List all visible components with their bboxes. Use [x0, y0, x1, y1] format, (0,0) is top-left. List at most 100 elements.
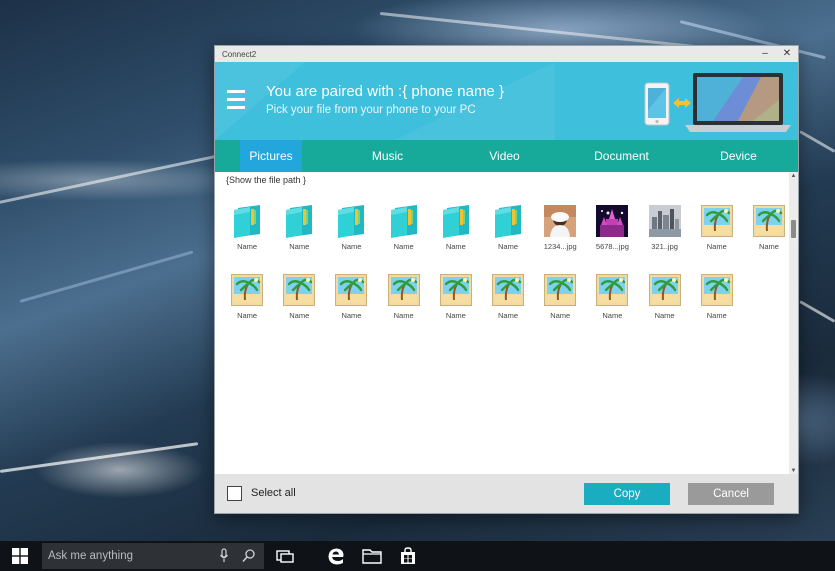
- search-box[interactable]: Ask me anything: [42, 543, 264, 569]
- item-name: Name: [706, 242, 727, 251]
- copy-button[interactable]: Copy: [584, 483, 670, 505]
- light-streak: [799, 130, 835, 153]
- file-path: {Show the file path }: [226, 175, 307, 185]
- item-name: Name: [445, 242, 466, 251]
- phone-to-laptop-icon: [644, 73, 791, 132]
- image-placeholder-icon: [387, 273, 421, 307]
- task-view-icon[interactable]: [274, 545, 296, 567]
- item-name: 1234...jpg: [543, 242, 577, 251]
- minimize-button[interactable]: –: [754, 47, 776, 61]
- image-item[interactable]: Name: [586, 273, 638, 342]
- item-name: 321..jpg: [651, 242, 678, 251]
- item-name: Name: [654, 311, 675, 320]
- image-item[interactable]: Name: [430, 273, 482, 342]
- header-decoration: [395, 62, 555, 140]
- item-name: Name: [393, 242, 414, 251]
- item-name: Name: [602, 311, 623, 320]
- image-placeholder-icon: [230, 273, 264, 307]
- edge-browser-icon[interactable]: [325, 545, 347, 567]
- folder-item[interactable]: Name: [325, 204, 377, 273]
- item-name: Name: [237, 242, 258, 251]
- file-browser: {Show the file path } Name Name Name Name Na…: [215, 172, 798, 475]
- image-placeholder-icon: [700, 204, 734, 238]
- scroll-up-icon[interactable]: ▲: [789, 173, 798, 179]
- light-streak: [0, 442, 199, 473]
- connect2-window: Connect2 – ✕ You are paired with :{ phon…: [214, 45, 799, 514]
- image-item[interactable]: Name: [378, 273, 430, 342]
- microphone-icon[interactable]: [219, 548, 229, 564]
- scrollbar-thumb[interactable]: [791, 220, 796, 238]
- item-name: Name: [758, 242, 779, 251]
- windows-start-icon[interactable]: [0, 541, 40, 571]
- file-grid: Name Name Name Name Name Name 1234...jpg 5678..…: [221, 204, 787, 342]
- light-streak: [799, 300, 835, 323]
- photo-thumbnail: [543, 204, 577, 238]
- instruction-text: Pick your file from your phone to your P…: [266, 104, 476, 116]
- image-item[interactable]: Name: [482, 273, 534, 342]
- folder-item[interactable]: Name: [378, 204, 430, 273]
- item-name: Name: [498, 311, 519, 320]
- light-streak: [0, 155, 216, 208]
- item-name: Name: [289, 242, 310, 251]
- close-button[interactable]: ✕: [776, 47, 798, 61]
- paired-status: You are paired with :{ phone name }: [266, 83, 504, 100]
- photo-thumbnail: [648, 204, 682, 238]
- cancel-button[interactable]: Cancel: [688, 483, 774, 505]
- item-name: Name: [445, 311, 466, 320]
- image-item[interactable]: Name: [743, 204, 795, 273]
- search-placeholder: Ask me anything: [48, 550, 134, 562]
- file-explorer-icon[interactable]: [361, 545, 383, 567]
- item-name: Name: [341, 311, 362, 320]
- photo-thumbnail: [595, 204, 629, 238]
- item-name: 5678...jpg: [595, 242, 629, 251]
- folder-item[interactable]: Name: [273, 204, 325, 273]
- vertical-scrollbar[interactable]: ▲ ▼: [789, 172, 798, 475]
- image-item[interactable]: Name: [639, 273, 691, 342]
- folder-item[interactable]: Name: [430, 204, 482, 273]
- select-all-label[interactable]: Select all: [251, 487, 296, 499]
- folder-icon: [439, 204, 473, 238]
- image-item[interactable]: Name: [691, 204, 743, 273]
- tab-video[interactable]: Video: [446, 140, 563, 172]
- image-placeholder-icon: [595, 273, 629, 307]
- search-icon[interactable]: [242, 548, 256, 564]
- title-bar[interactable]: Connect2 – ✕: [215, 46, 798, 62]
- item-name: Name: [237, 311, 258, 320]
- image-placeholder-icon: [282, 273, 316, 307]
- item-name: Name: [498, 242, 519, 251]
- window-title: Connect2: [222, 49, 257, 59]
- folder-icon: [230, 204, 264, 238]
- folder-icon: [387, 204, 421, 238]
- folder-icon: [491, 204, 525, 238]
- menu-icon[interactable]: [227, 90, 245, 114]
- tab-music[interactable]: Music: [329, 140, 446, 172]
- app-header: You are paired with :{ phone name } Pick…: [215, 62, 798, 140]
- image-placeholder-icon: [543, 273, 577, 307]
- folder-item[interactable]: Name: [221, 204, 273, 273]
- tab-pictures[interactable]: Pictures: [240, 140, 302, 172]
- store-icon[interactable]: [397, 545, 419, 567]
- select-all-checkbox[interactable]: [227, 486, 242, 501]
- image-placeholder-icon: [752, 204, 786, 238]
- image-item[interactable]: Name: [691, 273, 743, 342]
- image-item[interactable]: Name: [534, 273, 586, 342]
- item-name: Name: [393, 311, 414, 320]
- tab-device[interactable]: Device: [680, 140, 797, 172]
- image-item[interactable]: 1234...jpg: [534, 204, 586, 273]
- image-item[interactable]: Name: [325, 273, 377, 342]
- image-placeholder-icon: [700, 273, 734, 307]
- image-item[interactable]: 321..jpg: [639, 204, 691, 273]
- footer-bar: Select all Copy Cancel: [215, 474, 798, 513]
- item-name: Name: [550, 311, 571, 320]
- folder-item[interactable]: Name: [482, 204, 534, 273]
- image-item[interactable]: Name: [221, 273, 273, 342]
- item-name: Name: [289, 311, 310, 320]
- tab-document[interactable]: Document: [563, 140, 680, 172]
- light-streak: [19, 250, 194, 303]
- image-placeholder-icon: [491, 273, 525, 307]
- image-placeholder-icon: [334, 273, 368, 307]
- image-item[interactable]: 5678...jpg: [586, 204, 638, 273]
- image-item[interactable]: Name: [273, 273, 325, 342]
- item-name: Name: [706, 311, 727, 320]
- image-placeholder-icon: [648, 273, 682, 307]
